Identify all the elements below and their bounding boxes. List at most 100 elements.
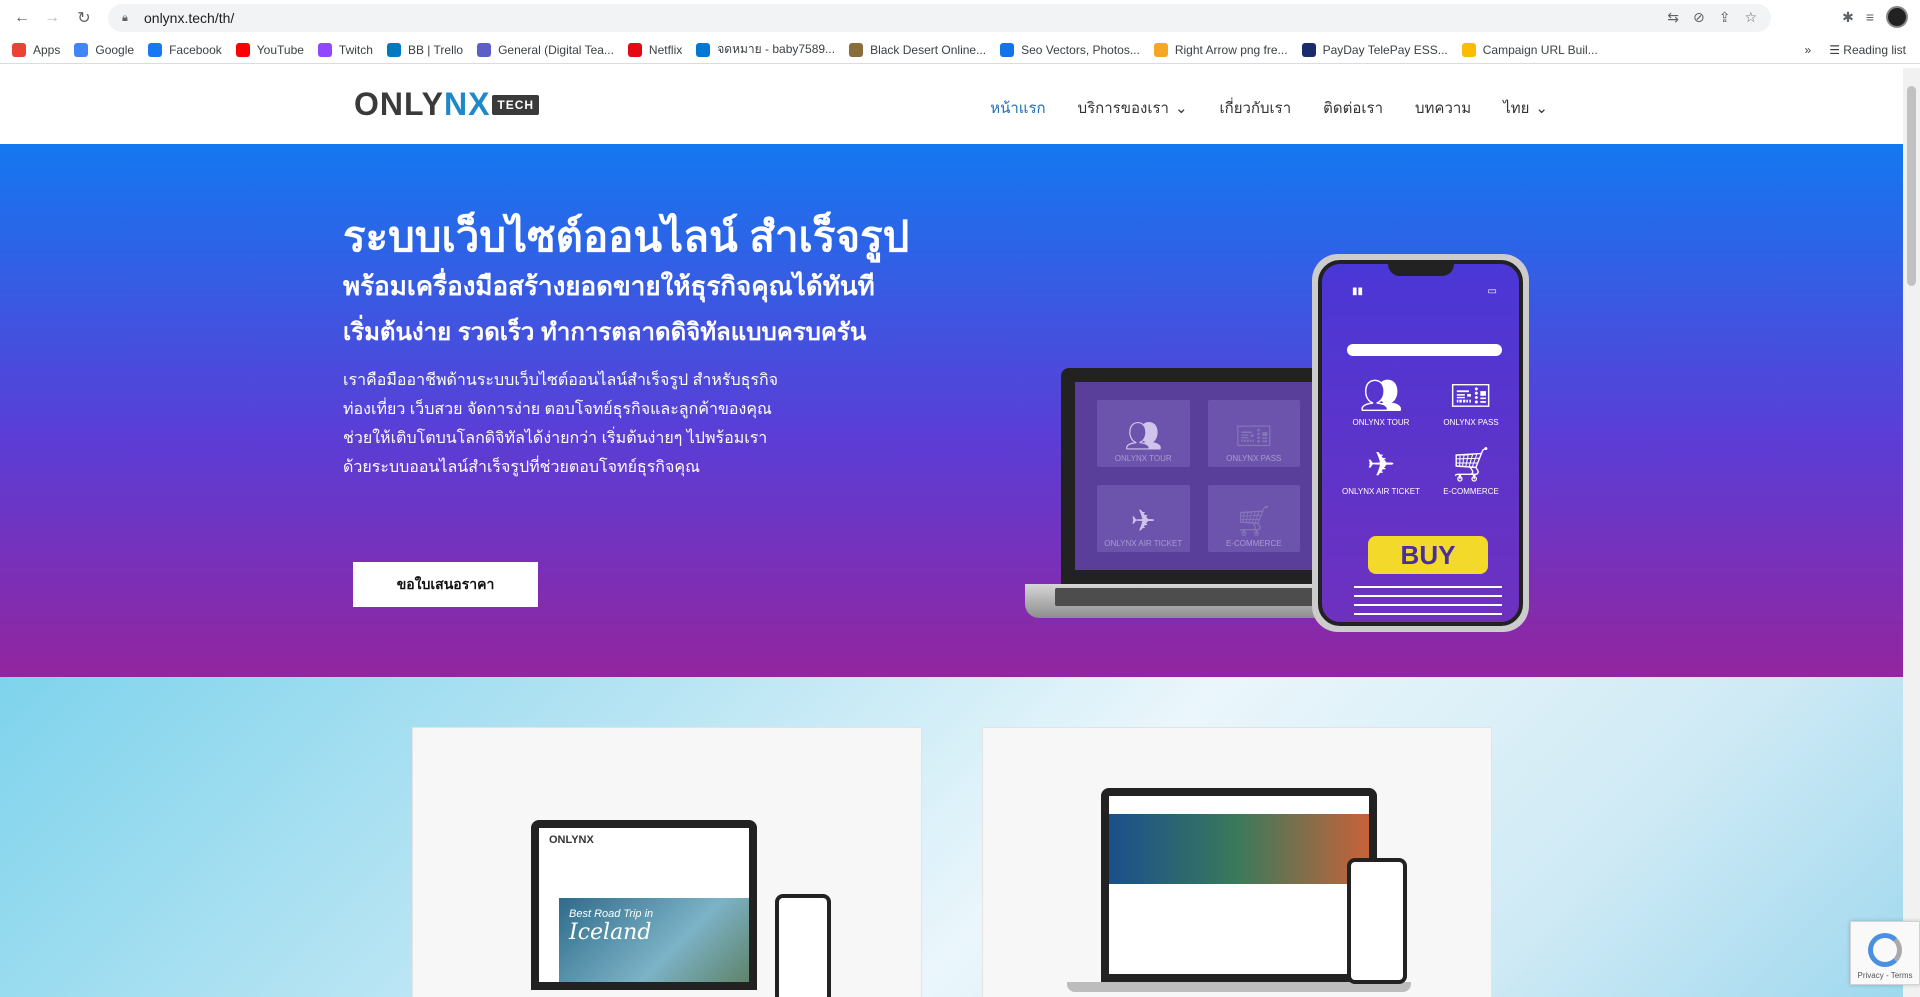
bookmark-label: Black Desert Online... (870, 42, 987, 57)
nav-contact[interactable]: ติดต่อเรา (1323, 96, 1383, 120)
site-header: ONLY NX TECH หน้าแรก บริการของเรา ⌄ เกี่ย… (0, 68, 1903, 144)
bookmark-item[interactable]: Seo Vectors, Photos... (1000, 42, 1140, 57)
browser-toolbar: ← → ↻ 🔒︎ onlynx.tech/th/ ⇆ ⊘ ⇪ ☆ ✱ ≡ (0, 0, 1920, 36)
nav-articles[interactable]: บทความ (1415, 96, 1471, 120)
bookmark-label: Campaign URL Buil... (1482, 42, 1598, 57)
laptop-tile-pass: 🎫︎ ONLYNX PASS (1207, 400, 1300, 467)
bdo-icon (849, 42, 864, 57)
phone-tile-ecommerce: 🛒︎ E-COMMERCE (1426, 443, 1516, 496)
logo-text: ONLY (354, 86, 444, 122)
reload-icon[interactable]: ↻ (70, 4, 98, 32)
mock-laptop (1101, 788, 1377, 982)
tracking-icon[interactable]: ⊘ (1693, 9, 1705, 26)
lock-icon[interactable]: 🔒︎ (122, 12, 132, 24)
hero-description: เราคือมืออาชีพด้านระบบเว็บไซต์ออนไลน์สำเ… (343, 372, 779, 476)
url-text: onlynx.tech/th/ (144, 10, 235, 26)
media-icon[interactable]: ≡ (1866, 9, 1874, 25)
bookmark-item[interactable]: จดหมาย - baby7589... (696, 40, 835, 59)
bookmark-item[interactable]: BB | Trello (386, 42, 464, 57)
chevron-down-icon: ⌄ (1535, 100, 1548, 117)
laptop-tile-label: ONLYNX TOUR (1114, 454, 1172, 463)
bookmark-item[interactable]: Netflix (627, 42, 682, 57)
hero-title: ระบบเว็บไซต์ออนไลน์ สำเร็จรูป (343, 213, 910, 260)
cart-icon: 🛒︎ (1234, 505, 1273, 538)
facebook-icon (148, 42, 163, 57)
bookmark-item[interactable]: Right Arrow png fre... (1153, 42, 1288, 57)
bookmark-item[interactable]: YouTube (235, 42, 304, 57)
reading-list-button[interactable]: ☰ Reading list (1829, 43, 1906, 57)
extensions-icon[interactable]: ✱ (1842, 9, 1854, 26)
nav-services-label: บริการของเรา (1077, 100, 1169, 117)
laptop-tile-label: ONLYNX AIR TICKET (1104, 539, 1183, 548)
site-logo[interactable]: ONLY NX TECH (354, 86, 540, 123)
nav-home-label: หน้าแรก (990, 100, 1046, 117)
forward-icon[interactable]: → (38, 4, 66, 32)
star-icon[interactable]: ☆ (1744, 9, 1757, 26)
freepik-icon (1000, 42, 1015, 57)
bookmark-item[interactable]: Facebook (148, 42, 222, 57)
recaptcha-label[interactable]: Privacy - Terms (1858, 971, 1913, 980)
mock-banner (1109, 814, 1369, 884)
battery-icon: ▭ (1487, 286, 1497, 297)
logo-nx: NX (443, 86, 491, 122)
phone-tile-air: ✈︎ ONLYNX AIR TICKET (1336, 443, 1426, 496)
main-nav: หน้าแรก บริการของเรา ⌄ เกี่ยวกับเรา ติดต่… (990, 96, 1548, 120)
bookmark-label: General (Digital Tea... (498, 42, 614, 57)
phone-tile-pass: 🎫︎ ONLYNX PASS (1426, 374, 1516, 427)
laptop-keyboard (1055, 588, 1345, 606)
address-bar[interactable]: 🔒︎ onlynx.tech/th/ ⇆ ⊘ ⇪ ☆ (108, 4, 1771, 32)
request-quote-button[interactable]: ขอใบเสนอราคา (353, 562, 538, 607)
nav-about[interactable]: เกี่ยวกับเรา (1220, 96, 1292, 120)
bookmark-item[interactable]: Campaign URL Buil... (1461, 42, 1598, 57)
youtube-icon (235, 42, 250, 57)
tour-icon: 👥︎ (1359, 377, 1403, 415)
bookmark-label: PayDay TelePay ESS... (1322, 42, 1448, 57)
nav-about-label: เกี่ยวกับเรา (1219, 100, 1292, 117)
bookmark-label: BB | Trello (407, 42, 464, 57)
recaptcha-icon (1868, 933, 1902, 967)
bookmark-item[interactable]: Black Desert Online... (849, 42, 987, 57)
more-bookmarks-icon[interactable]: » (1805, 43, 1812, 57)
hero-section: ระบบเว็บไซต์ออนไลน์ สำเร็จรูป พร้อมเครื่… (0, 144, 1903, 677)
outlook-icon (696, 42, 711, 57)
bookmark-item[interactable]: Apps (12, 42, 60, 57)
tour-icon: 👥︎ (1124, 420, 1163, 453)
cart-icon: 🛒︎ (1449, 446, 1493, 484)
hero-subtitle: พร้อมเครื่องมือสร้างยอดขายให้ธุรกิจคุณได… (343, 271, 875, 301)
share-icon[interactable]: ⇪ (1719, 9, 1731, 26)
page-viewport: ONLY NX TECH หน้าแรก บริการของเรา ⌄ เกี่ย… (0, 68, 1903, 997)
scrollbar-thumb[interactable] (1907, 86, 1916, 286)
laptop-tile-air: ✈︎ ONLYNX AIR TICKET (1097, 485, 1190, 552)
apps-grid-icon (12, 42, 26, 57)
page-scrollbar[interactable] (1903, 68, 1920, 997)
phone-tile-tour: 👥︎ ONLYNX TOUR (1336, 374, 1426, 427)
hero-tagline: เริ่มต้นง่าย รวดเร็ว ทำการตลาดดิจิทัลแบบ… (343, 319, 867, 346)
laptop-screen: 👥︎ ONLYNX TOUR 🎫︎ ONLYNX PASS ✈︎ ONLYNX AIR… (1061, 368, 1336, 584)
nav-home[interactable]: หน้าแรก (990, 96, 1045, 120)
nav-language[interactable]: ไทย ⌄ (1503, 96, 1548, 120)
back-icon[interactable]: ← (8, 4, 36, 32)
bookmark-item[interactable]: Google (74, 42, 134, 57)
nav-services[interactable]: บริการของเรา ⌄ (1078, 96, 1188, 120)
phone-tile-label: ONLYNX TOUR (1352, 418, 1410, 427)
bookmark-item[interactable]: General (Digital Tea... (477, 42, 614, 57)
mock-logo: ONLYNX (549, 834, 594, 846)
chrome-icon (1461, 42, 1476, 57)
signal-icon: ▮▮ (1352, 286, 1364, 297)
recaptcha-badge[interactable]: Privacy - Terms (1850, 921, 1920, 985)
profile-avatar[interactable] (1886, 6, 1908, 28)
product-card-tour[interactable]: ONLYNX Best Road Trip in Iceland (412, 727, 922, 997)
bookmark-label: จดหมาย - baby7589... (717, 42, 836, 56)
phone-text-lines (1354, 586, 1502, 622)
bookmark-item[interactable]: Twitch (317, 42, 373, 57)
translate-icon[interactable]: ⇆ (1667, 9, 1679, 26)
products-section: ONLYNX Best Road Trip in Iceland (0, 677, 1903, 997)
product-card-travel[interactable] (982, 727, 1492, 997)
laptop-tile-tour: 👥︎ ONLYNX TOUR (1097, 400, 1190, 467)
bookmark-label: Right Arrow png fre... (1174, 42, 1288, 57)
netflix-icon (627, 42, 642, 57)
reading-list-label: Reading list (1843, 43, 1906, 57)
bookmark-item[interactable]: PayDay TelePay ESS... (1301, 42, 1448, 57)
phone-notch (1388, 264, 1454, 276)
chevron-down-icon: ⌄ (1174, 100, 1188, 117)
